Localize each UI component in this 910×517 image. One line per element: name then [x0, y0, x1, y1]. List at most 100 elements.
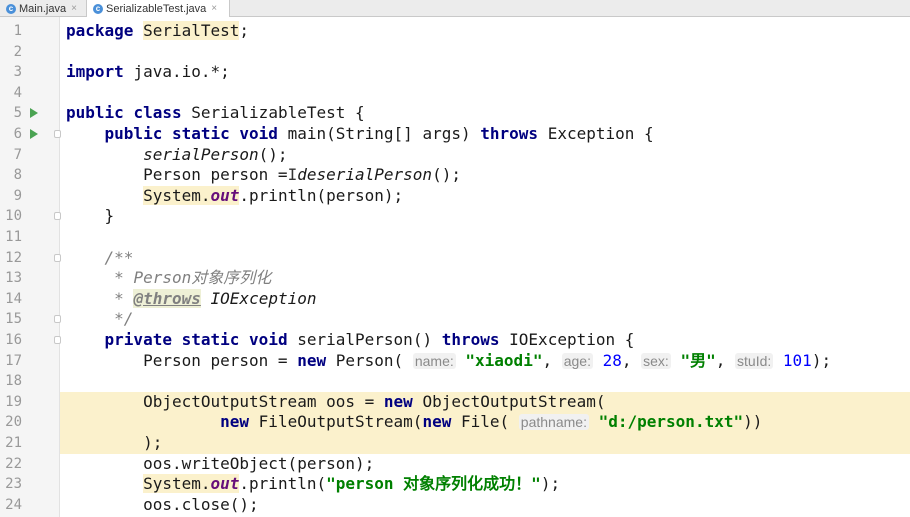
string-literal: "d:/person.txt" [598, 412, 744, 432]
system-class: System. [143, 185, 211, 205]
keyword: throws [480, 124, 539, 143]
code-line: 13 * Person对象序列化 [0, 268, 910, 289]
tab-serializabletest-java[interactable]: c SerializableTest.java × [86, 0, 230, 17]
line-number: 20 [5, 414, 22, 431]
code-text[interactable]: import java.io.*; [60, 62, 910, 83]
comment: * [114, 288, 124, 308]
keyword: new [383, 391, 413, 411]
method-signature: main(String[] args) [287, 124, 471, 143]
comment: Person对象序列化 [133, 268, 272, 288]
code-line: 14 * @throws IOException [0, 288, 910, 310]
code-text[interactable]: ObjectOutputStream oos = new ObjectOutpu… [60, 391, 910, 413]
comment: /** [104, 247, 134, 267]
close-paren: ); [143, 433, 163, 452]
code-text[interactable]: * @throws IOException [60, 288, 910, 310]
string-literal: "person 对象序列化成功！" [326, 474, 541, 494]
code-line: 18 [0, 371, 910, 392]
code-line: 8 Person person =IdeserialPerson(); [0, 165, 910, 186]
keyword: public [66, 103, 124, 123]
code-line: 9 System.out.println(person); [0, 185, 910, 207]
code-line: 6 public static void main(String[] args)… [0, 124, 910, 145]
line-number: 3 [13, 64, 22, 81]
line-number: 24 [5, 496, 22, 513]
package-name: SerialTest [143, 21, 240, 40]
code-line: 1 package SerialTest; [0, 21, 910, 42]
line-number: 7 [13, 146, 22, 163]
code-text[interactable]: System.out.println("person 对象序列化成功！"); [60, 474, 910, 495]
keyword: class [133, 103, 182, 123]
line-number: 23 [5, 476, 22, 493]
tab-main-java[interactable]: c Main.java × [0, 0, 86, 17]
keyword: static [171, 124, 230, 143]
code-text[interactable]: * Person对象序列化 [60, 268, 910, 289]
keyword: public [104, 124, 163, 143]
param-hint: sex: [641, 352, 671, 369]
code-text[interactable]: public static void main(String[] args) t… [60, 124, 910, 145]
close-icon[interactable]: × [211, 3, 217, 14]
keyword: package [66, 21, 134, 40]
number-literal: 101 [782, 350, 812, 370]
number-literal: 28 [602, 350, 622, 370]
code-text[interactable]: ); [60, 433, 910, 454]
code-text[interactable]: public class SerializableTest { [60, 103, 910, 124]
line-number: 2 [13, 43, 22, 60]
javadoc-tag: @throws [133, 288, 201, 308]
code-editor[interactable]: 1 package SerialTest; 2 3 import java.io… [0, 17, 910, 517]
run-main-icon[interactable] [30, 129, 38, 139]
line-number: 21 [5, 435, 22, 451]
code-line: 10 } [0, 206, 910, 227]
line-number: 5 [13, 105, 22, 122]
keyword: private [104, 330, 172, 349]
code-line: 16 private static void serialPerson() th… [0, 330, 910, 351]
code-text[interactable]: oos.close(); [60, 495, 910, 516]
close-icon[interactable]: × [71, 3, 77, 14]
run-class-icon[interactable] [30, 108, 38, 119]
comment: * [114, 268, 124, 288]
string-literal: "男" [680, 350, 716, 370]
exception-type: IOException [509, 330, 616, 349]
method-signature: serialPerson() [297, 330, 433, 349]
line-number: 12 [5, 249, 22, 266]
string-literal: "xiaodi" [465, 350, 543, 370]
exception-type: Exception [547, 124, 635, 143]
variable-declaration: Person person = [143, 165, 288, 185]
code-text[interactable]: oos.writeObject(person); [60, 454, 910, 475]
code-line: 19 ObjectOutputStream oos = new ObjectOu… [0, 391, 910, 413]
line-number: 15 [5, 311, 22, 328]
code-text[interactable]: } [60, 206, 910, 227]
constructor: File( [460, 412, 510, 432]
code-text[interactable]: System.out.println(person); [60, 185, 910, 207]
code-text[interactable]: serialPerson(); [60, 145, 910, 166]
code-text[interactable]: package SerialTest; [60, 21, 910, 42]
code-line: 3 import java.io.*; [0, 62, 910, 83]
comment: */ [114, 309, 134, 329]
constructor: Person( [335, 350, 404, 370]
code-line: 20 new FileOutputStream(new File( pathna… [0, 412, 910, 433]
code-text[interactable]: /** [60, 248, 910, 269]
code-text[interactable]: */ [60, 309, 910, 330]
line-number: 18 [5, 373, 22, 390]
line-number: 13 [5, 270, 22, 287]
code-line: 21 ); [0, 433, 910, 454]
line-number: 10 [5, 208, 22, 225]
param-hint: age: [561, 352, 593, 369]
param-hint: name: [412, 352, 456, 369]
editor-tab-bar: c Main.java × c SerializableTest.java × [0, 0, 910, 17]
code-line: 5 public class SerializableTest { [0, 103, 910, 124]
method-call: serialPerson [143, 144, 259, 164]
line-number: 19 [5, 393, 22, 410]
keyword: new [220, 412, 250, 432]
keyword: throws [441, 330, 500, 349]
code-line: 17 Person person = new Person( name: "xi… [0, 351, 910, 372]
java-class-icon: c [6, 3, 16, 14]
param-hint: pathname: [518, 414, 589, 431]
code-text[interactable]: Person person = new Person( name: "xiaod… [60, 351, 910, 372]
variable-declaration: ObjectOutputStream oos = [143, 391, 375, 411]
code-line: 24 oos.close(); [0, 495, 910, 516]
code-text[interactable]: private static void serialPerson() throw… [60, 330, 910, 351]
keyword: void [249, 330, 288, 349]
code-text[interactable]: new FileOutputStream(new File( pathname:… [60, 412, 910, 433]
code-line: 12 /** [0, 248, 910, 269]
code-text[interactable]: Person person =IdeserialPerson(); [60, 165, 910, 186]
line-number: 17 [5, 352, 22, 369]
